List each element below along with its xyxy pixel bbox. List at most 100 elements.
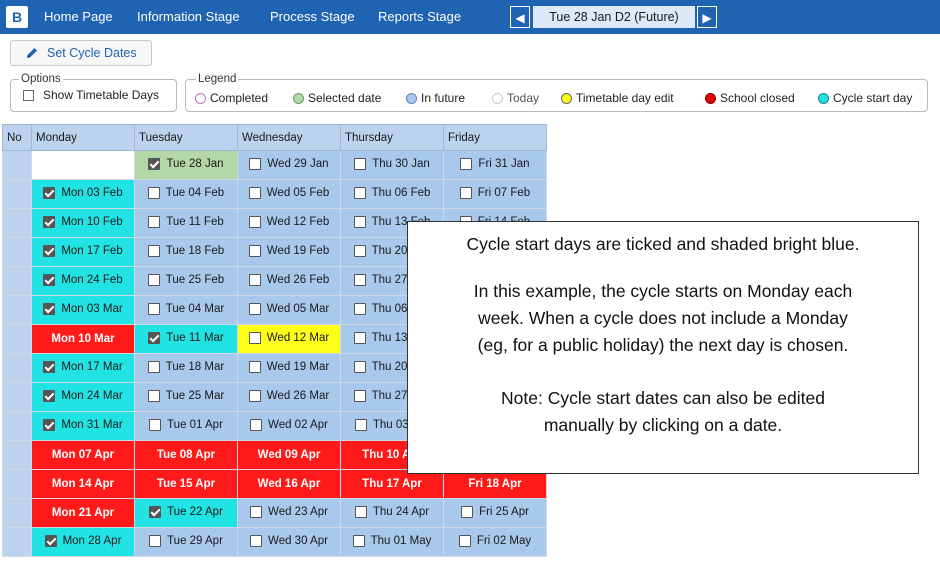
checked-checkbox-icon[interactable] (148, 331, 161, 344)
unchecked-checkbox-icon[interactable] (354, 505, 367, 518)
unchecked-checkbox-icon[interactable] (149, 534, 162, 547)
next-day-arrow-icon[interactable]: ▶ (697, 6, 717, 28)
app-logo-icon[interactable]: B (6, 6, 28, 28)
checked-checkbox-icon[interactable] (43, 389, 56, 402)
unchecked-checkbox-icon[interactable] (248, 273, 261, 286)
unchecked-checkbox-icon[interactable] (149, 418, 162, 431)
unchecked-checkbox-icon[interactable] (461, 505, 474, 518)
calendar-date-cell[interactable]: Tue 28 Jan (134, 150, 238, 180)
unchecked-checkbox-icon[interactable] (459, 186, 472, 199)
previous-day-arrow-icon[interactable]: ◀ (510, 6, 530, 28)
calendar-date-cell[interactable]: Wed 12 Mar (237, 324, 341, 354)
calendar-date-cell[interactable]: Wed 09 Apr (237, 440, 341, 470)
checked-checkbox-icon[interactable] (43, 186, 56, 199)
unchecked-checkbox-icon[interactable] (458, 534, 471, 547)
calendar-date-cell[interactable]: Fri 31 Jan (443, 150, 547, 180)
calendar-date-cell[interactable]: Wed 16 Apr (237, 469, 341, 499)
unchecked-checkbox-icon[interactable] (354, 157, 367, 170)
unchecked-checkbox-icon[interactable] (248, 389, 261, 402)
unchecked-checkbox-icon[interactable] (353, 186, 366, 199)
unchecked-checkbox-icon[interactable] (147, 244, 160, 257)
calendar-date-cell[interactable]: Tue 11 Feb (134, 208, 238, 238)
nav-home-page[interactable]: Home Page (44, 0, 113, 34)
checked-checkbox-icon[interactable] (43, 244, 56, 257)
calendar-date-cell[interactable]: Mon 28 Apr (31, 527, 135, 557)
unchecked-checkbox-icon[interactable] (147, 302, 160, 315)
calendar-date-cell[interactable]: Wed 23 Apr (237, 498, 341, 528)
unchecked-checkbox-icon[interactable] (248, 244, 261, 257)
checked-checkbox-icon[interactable] (43, 360, 56, 373)
calendar-date-cell[interactable]: Mon 17 Feb (31, 237, 135, 267)
unchecked-checkbox-icon[interactable] (353, 360, 366, 373)
unchecked-checkbox-icon[interactable] (147, 389, 160, 402)
calendar-date-cell[interactable]: Tue 04 Feb (134, 179, 238, 209)
set-cycle-dates-button[interactable]: Set Cycle Dates (10, 40, 152, 66)
calendar-date-cell[interactable]: Tue 25 Mar (134, 382, 238, 412)
checked-checkbox-icon[interactable] (149, 505, 162, 518)
calendar-date-cell[interactable]: Wed 30 Apr (237, 527, 341, 557)
unchecked-checkbox-icon[interactable] (353, 215, 366, 228)
unchecked-checkbox-icon[interactable] (147, 360, 160, 373)
checked-checkbox-icon[interactable] (148, 157, 161, 170)
nav-process-stage[interactable]: Process Stage (270, 0, 355, 34)
unchecked-checkbox-icon[interactable] (353, 331, 366, 344)
checked-checkbox-icon[interactable] (44, 534, 57, 547)
calendar-date-cell[interactable]: Fri 02 May (443, 527, 547, 557)
calendar-date-cell[interactable]: Tue 25 Feb (134, 266, 238, 296)
unchecked-checkbox-icon[interactable] (353, 244, 366, 257)
calendar-date-cell[interactable]: Mon 31 Mar (31, 411, 135, 441)
unchecked-checkbox-icon[interactable] (354, 418, 367, 431)
calendar-date-cell[interactable]: Tue 01 Apr (134, 411, 238, 441)
checked-checkbox-icon[interactable] (43, 273, 56, 286)
calendar-date-cell[interactable]: Thu 01 May (340, 527, 444, 557)
calendar-date-cell[interactable]: Mon 24 Mar (31, 382, 135, 412)
calendar-date-cell[interactable]: Mon 10 Mar (31, 324, 135, 354)
calendar-date-cell[interactable]: Mon 03 Mar (31, 295, 135, 325)
calendar-date-cell[interactable]: Mon 17 Mar (31, 353, 135, 383)
unchecked-checkbox-icon[interactable] (353, 302, 366, 315)
calendar-date-cell[interactable]: Tue 22 Apr (134, 498, 238, 528)
calendar-date-cell[interactable]: Wed 26 Feb (237, 266, 341, 296)
calendar-date-cell[interactable]: Wed 19 Mar (237, 353, 341, 383)
calendar-date-cell[interactable]: Thu 06 Feb (340, 179, 444, 209)
calendar-date-cell[interactable]: Mon 14 Apr (31, 469, 135, 499)
unchecked-checkbox-icon[interactable] (248, 215, 261, 228)
calendar-date-cell[interactable]: Wed 05 Mar (237, 295, 341, 325)
unchecked-checkbox-icon[interactable] (250, 505, 263, 518)
calendar-date-cell[interactable]: Wed 12 Feb (237, 208, 341, 238)
nav-reports-stage[interactable]: Reports Stage (378, 0, 461, 34)
calendar-date-cell[interactable]: Wed 05 Feb (237, 179, 341, 209)
calendar-date-cell[interactable]: Wed 19 Feb (237, 237, 341, 267)
unchecked-checkbox-icon[interactable] (353, 273, 366, 286)
calendar-date-cell[interactable]: Fri 25 Apr (443, 498, 547, 528)
checked-checkbox-icon[interactable] (43, 215, 56, 228)
unchecked-checkbox-icon[interactable] (147, 186, 160, 199)
unchecked-checkbox-icon[interactable] (248, 186, 261, 199)
unchecked-checkbox-icon[interactable] (250, 534, 263, 547)
calendar-date-cell[interactable]: Mon 21 Apr (31, 498, 135, 528)
unchecked-checkbox-icon[interactable] (248, 331, 261, 344)
calendar-date-cell[interactable]: Tue 11 Mar (134, 324, 238, 354)
unchecked-checkbox-icon[interactable] (147, 273, 160, 286)
unchecked-checkbox-icon[interactable] (353, 389, 366, 402)
unchecked-checkbox-icon[interactable] (352, 534, 365, 547)
calendar-date-cell[interactable]: Tue 04 Mar (134, 295, 238, 325)
checked-checkbox-icon[interactable] (43, 302, 56, 315)
calendar-date-cell[interactable]: Wed 29 Jan (237, 150, 341, 180)
calendar-date-cell[interactable]: Fri 07 Feb (443, 179, 547, 209)
unchecked-checkbox-icon[interactable] (250, 418, 263, 431)
nav-information-stage[interactable]: Information Stage (137, 0, 240, 34)
checked-checkbox-icon[interactable] (43, 418, 56, 431)
calendar-date-cell[interactable]: Wed 26 Mar (237, 382, 341, 412)
show-timetable-days-checkbox[interactable] (23, 90, 34, 101)
calendar-date-cell[interactable]: Tue 29 Apr (134, 527, 238, 557)
unchecked-checkbox-icon[interactable] (248, 360, 261, 373)
calendar-date-cell[interactable]: Tue 18 Feb (134, 237, 238, 267)
calendar-date-cell[interactable]: Thu 24 Apr (340, 498, 444, 528)
unchecked-checkbox-icon[interactable] (148, 215, 161, 228)
calendar-date-cell[interactable]: Wed 02 Apr (237, 411, 341, 441)
calendar-date-cell[interactable]: Mon 10 Feb (31, 208, 135, 238)
unchecked-checkbox-icon[interactable] (249, 157, 262, 170)
calendar-date-cell[interactable]: Tue 18 Mar (134, 353, 238, 383)
calendar-date-cell[interactable]: Tue 15 Apr (134, 469, 238, 499)
